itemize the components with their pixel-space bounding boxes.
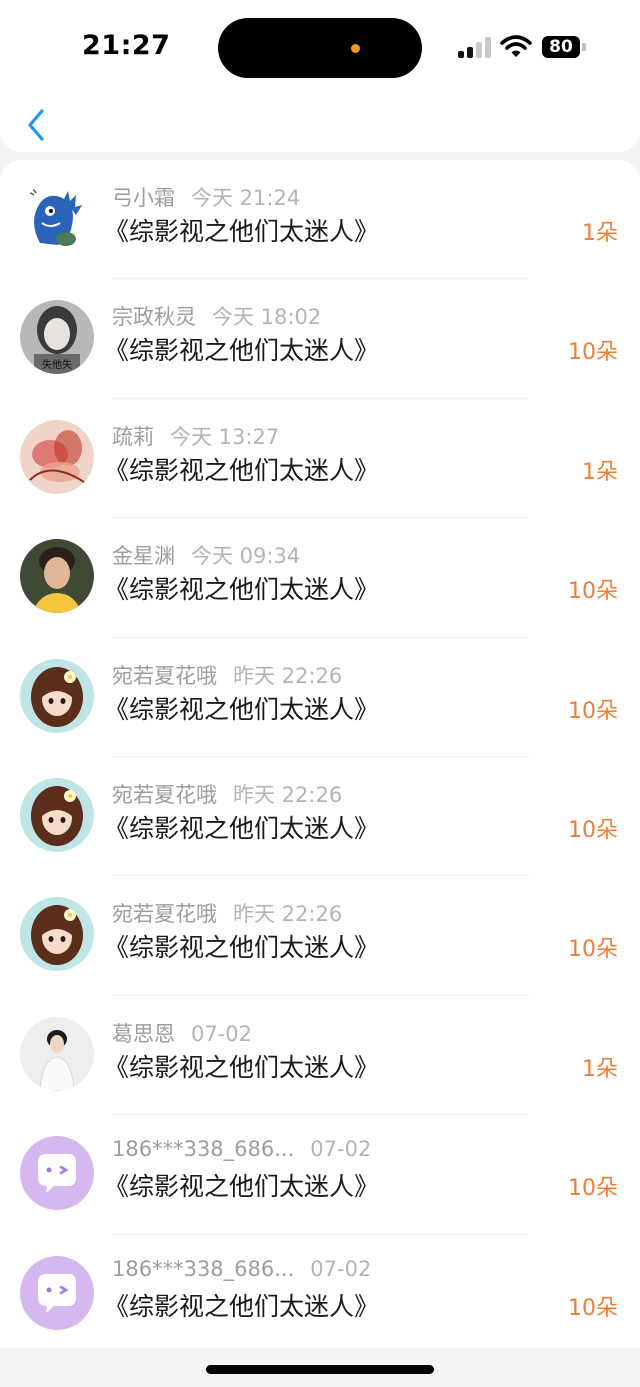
flower-count: 1朵 [582,1056,618,1082]
gift-time: 07-02 [310,1137,372,1162]
avatar-girl-photo[interactable]: 失他失 [20,300,94,375]
avatar-dinosaur-cartoon[interactable] [20,181,94,255]
book-title: 《综影视之他们太迷人》 [104,455,380,485]
gift-time: 昨天 22:26 [233,902,343,927]
item-meta: 金星渊 今天 09:34 [112,540,300,570]
svg-text:失他失: 失他失 [42,358,72,371]
username[interactable]: 186***338_686... [112,1137,294,1161]
list-item[interactable]: 186***338_686... 07-02 《综影视之他们太迷人》 10朵 [0,1235,640,1348]
chevron-left-icon [28,109,44,141]
list-item[interactable]: 失他失 宗政秋灵 今天 18:02 《综影视之他们太迷人》 10朵 [0,279,640,400]
list-item[interactable]: 186***338_686... 07-02 《综影视之他们太迷人》 10朵 [0,1115,640,1235]
list-item[interactable]: 葛思恩 07-02 《综影视之他们太迷人》 1朵 [0,996,640,1116]
item-meta: 宛若夏花哦 昨天 22:26 [112,779,342,809]
gift-time: 07-02 [191,1021,253,1046]
item-meta: 186***338_686... 07-02 [112,1257,371,1281]
gift-time: 今天 13:27 [170,424,280,449]
avatar-anime-girl[interactable] [20,897,94,972]
battery-level: 80 [542,36,580,58]
list-item[interactable]: 金星渊 今天 09:34 《综影视之他们太迷人》 10朵 [0,518,640,638]
username[interactable]: 弓小霜 [112,186,175,210]
screen: 21:27 80 弓小霜 今天 21:24 《综影视之他们太迷人》 1朵 失他失… [0,0,640,1387]
flower-gift-list: 弓小霜 今天 21:24 《综影视之他们太迷人》 1朵 失他失 宗政秋灵 今天 18… [0,160,640,1348]
book-title: 《综影视之他们太迷人》 [104,575,380,605]
item-meta: 宗政秋灵 今天 18:02 [112,301,321,331]
username[interactable]: 葛思恩 [112,1022,175,1046]
flower-count: 10朵 [568,1295,618,1321]
username[interactable]: 金星渊 [112,544,175,568]
username[interactable]: 宛若夏花哦 [112,783,217,807]
flower-count: 10朵 [568,1176,618,1202]
flower-count: 10朵 [568,817,618,843]
flower-count: 1朵 [582,459,618,485]
book-title: 《综影视之他们太迷人》 [104,217,380,246]
flower-count: 1朵 [582,221,618,246]
dynamic-island [218,18,422,78]
wifi-icon [500,35,532,57]
flower-count: 10朵 [568,937,618,963]
username[interactable]: 宛若夏花哦 [112,902,217,926]
cellular-signal-icon [458,36,492,58]
item-meta: 186***338_686... 07-02 [112,1137,371,1161]
back-button[interactable] [18,102,58,146]
avatar-default-chat[interactable] [20,1136,94,1211]
username[interactable]: 宗政秋灵 [112,305,196,329]
avatar-default-chat[interactable] [20,1255,94,1330]
battery-icon: 80 [542,36,586,58]
gift-time: 昨天 22:26 [233,782,343,807]
status-bar: 21:27 80 [0,0,640,96]
username[interactable]: 186***338_686... [112,1257,294,1281]
item-meta: 弓小霜 今天 21:24 [112,182,300,212]
nav-bar [0,96,640,152]
privacy-indicator-dot [351,44,360,53]
book-title: 《综影视之他们太迷人》 [104,1052,380,1082]
status-time: 21:27 [82,30,171,61]
gift-time: 昨天 22:26 [233,663,343,688]
avatar-boy-photo[interactable] [20,1016,94,1091]
list-item[interactable]: 宛若夏花哦 昨天 22:26 《综影视之他们太迷人》 10朵 [0,876,640,997]
gift-time: 今天 09:34 [191,544,301,569]
item-meta: 葛思恩 07-02 [112,1018,252,1048]
book-title: 《综影视之他们太迷人》 [104,1172,380,1202]
list-item[interactable]: 宛若夏花哦 昨天 22:26 《综影视之他们太迷人》 10朵 [0,757,640,877]
home-indicator[interactable] [206,1365,434,1374]
book-title: 《综影视之他们太迷人》 [104,336,380,366]
list-item[interactable]: 宛若夏花哦 昨天 22:26 《综影视之他们太迷人》 10朵 [0,638,640,758]
avatar-anime-girl[interactable] [20,658,94,733]
book-title: 《综影视之他们太迷人》 [104,933,380,963]
item-meta: 宛若夏花哦 昨天 22:26 [112,898,342,928]
username[interactable]: 疏莉 [112,425,154,449]
flower-count: 10朵 [568,579,618,605]
flower-count: 10朵 [568,340,618,366]
gift-time: 今天 18:02 [212,305,322,330]
gift-time: 07-02 [310,1256,372,1281]
avatar-flower-painting[interactable] [20,419,94,494]
book-title: 《综影视之他们太迷人》 [104,813,380,843]
flower-count: 10朵 [568,698,618,724]
item-meta: 疏莉 今天 13:27 [112,421,279,451]
avatar-anime-girl[interactable] [20,777,94,852]
avatar-man-photo[interactable] [20,539,94,614]
username[interactable]: 宛若夏花哦 [112,664,217,688]
book-title: 《综影视之他们太迷人》 [104,1291,380,1321]
item-meta: 宛若夏花哦 昨天 22:26 [112,660,342,690]
book-title: 《综影视之他们太迷人》 [104,694,380,724]
list-item[interactable]: 疏莉 今天 13:27 《综影视之他们太迷人》 1朵 [0,399,640,519]
list-item[interactable]: 弓小霜 今天 21:24 《综影视之他们太迷人》 1朵 [0,160,640,280]
gift-time: 今天 21:24 [191,186,301,210]
